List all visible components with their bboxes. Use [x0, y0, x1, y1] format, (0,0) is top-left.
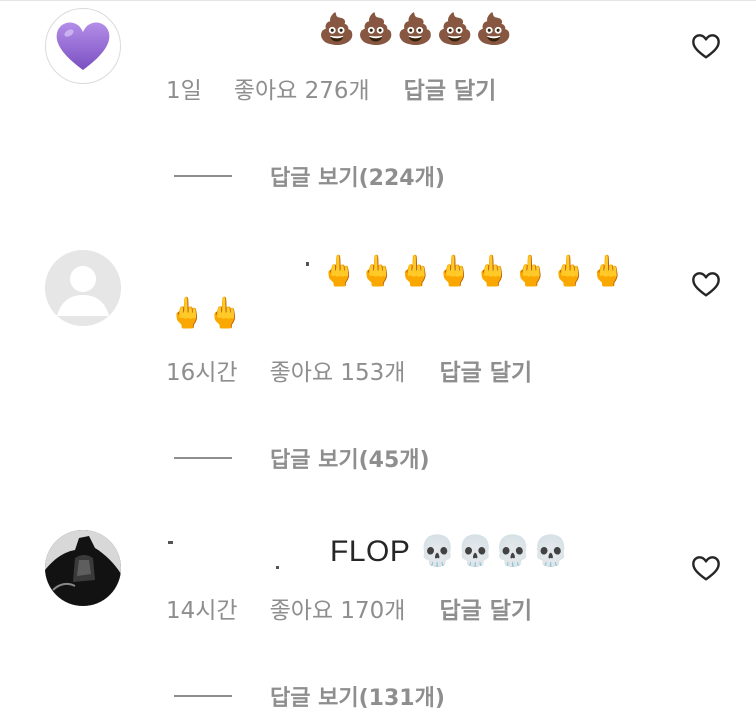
comment-text-line-2: 🖕🖕 [168, 296, 245, 331]
like-count[interactable]: 좋아요 276개 [234, 76, 370, 106]
comment-text-body: FLOP 💀💀💀💀 [330, 535, 571, 568]
divider-line [174, 695, 232, 697]
timestamp: 16시간 [166, 360, 238, 386]
view-replies-button[interactable]: 답글 보기(224개) [174, 160, 445, 192]
like-heart-icon[interactable] [690, 268, 722, 300]
reply-button[interactable]: 답글 달기 [439, 358, 532, 388]
view-replies-label: 답글 보기(224개) [270, 166, 445, 191]
redacted-username-mark [306, 262, 309, 266]
reply-button[interactable]: 답글 달기 [439, 596, 532, 626]
like-count[interactable]: 좋아요 153개 [270, 358, 406, 388]
purple-heart-icon [56, 22, 110, 70]
comment-text: FLOP 💀💀💀💀 [330, 534, 570, 570]
comment-text: 💩💩💩💩💩 [318, 12, 515, 47]
avatar[interactable] [45, 530, 121, 606]
like-heart-icon[interactable] [690, 552, 722, 584]
like-heart-icon[interactable] [690, 30, 722, 62]
like-count[interactable]: 좋아요 170개 [270, 596, 406, 626]
top-divider [0, 0, 756, 1]
default-avatar-icon [45, 250, 121, 326]
redacted-username-mark [168, 541, 173, 544]
redacted-username-mark [276, 566, 279, 569]
divider-line [174, 175, 232, 177]
profile-photo [45, 530, 121, 606]
divider-line [174, 457, 232, 459]
comment-meta: 14시간 좋아요 170개 답글 달기 [166, 596, 532, 626]
avatar[interactable] [45, 250, 121, 326]
comment-text-line-1: 🖕🖕🖕🖕🖕🖕🖕🖕 [320, 254, 627, 289]
view-replies-button[interactable]: 답글 보기(45개) [174, 442, 430, 474]
reply-button[interactable]: 답글 달기 [404, 76, 497, 106]
comment-meta: 1일 좋아요 276개 답글 달기 [166, 76, 496, 106]
view-replies-label: 답글 보기(45개) [270, 448, 430, 473]
view-replies-button[interactable]: 답글 보기(131개) [174, 680, 445, 712]
comment-meta: 16시간 좋아요 153개 답글 달기 [166, 358, 532, 388]
view-replies-label: 답글 보기(131개) [270, 686, 445, 711]
timestamp: 14시간 [166, 598, 238, 624]
avatar[interactable] [45, 8, 121, 84]
timestamp: 1일 [166, 78, 202, 104]
